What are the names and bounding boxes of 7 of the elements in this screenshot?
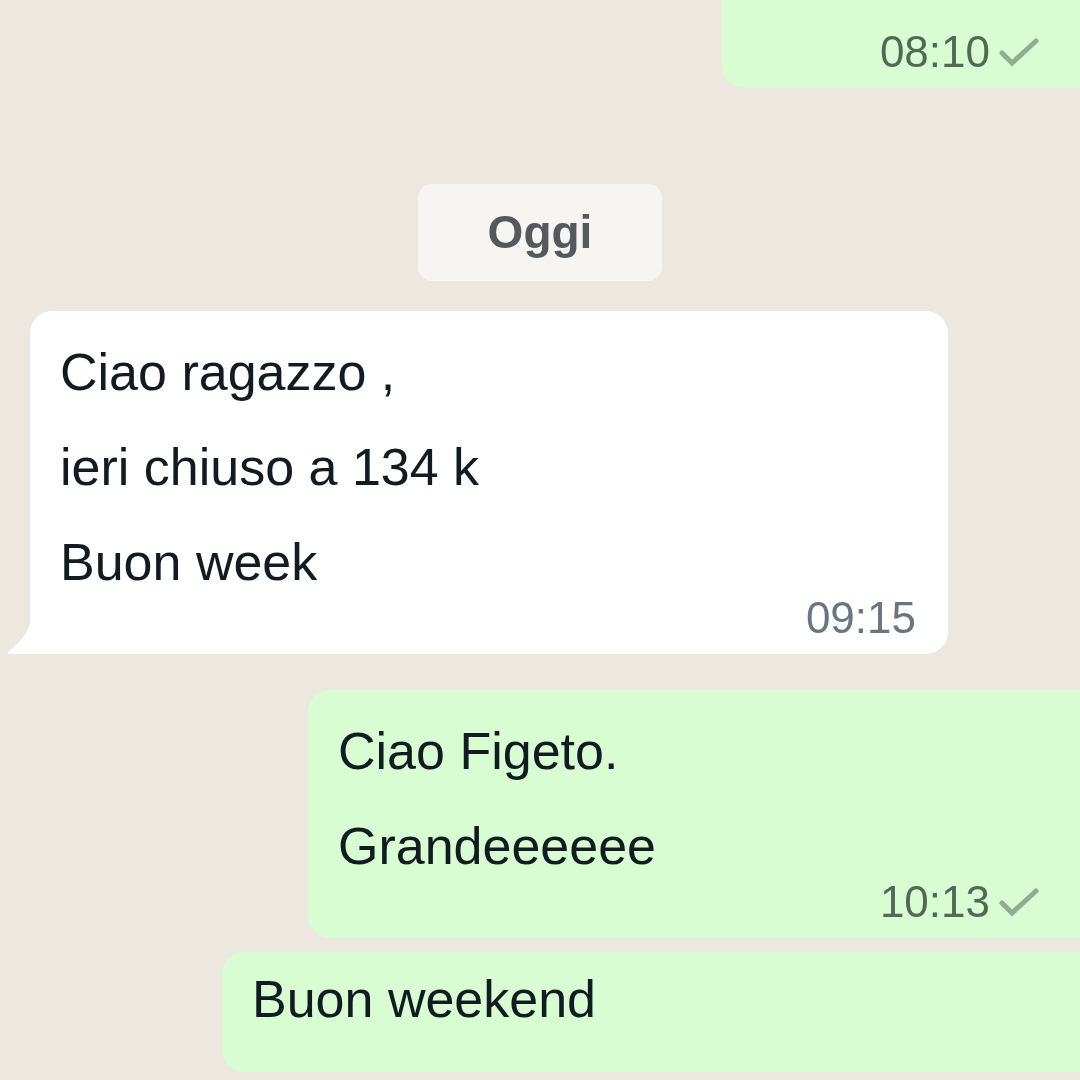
date-chip: Oggi <box>417 184 663 281</box>
message-time: 09:15 <box>805 596 916 640</box>
message-time: 10:13 <box>879 880 990 924</box>
message-text: Buon weekend <box>252 969 597 1030</box>
message-text: Ciao ragazzo , ieri chiuso a 134 k Buon week <box>60 342 480 593</box>
message-time: 08:10 <box>879 30 990 74</box>
message-text: Ciao Figeto. Grandeeeeee <box>338 721 657 877</box>
